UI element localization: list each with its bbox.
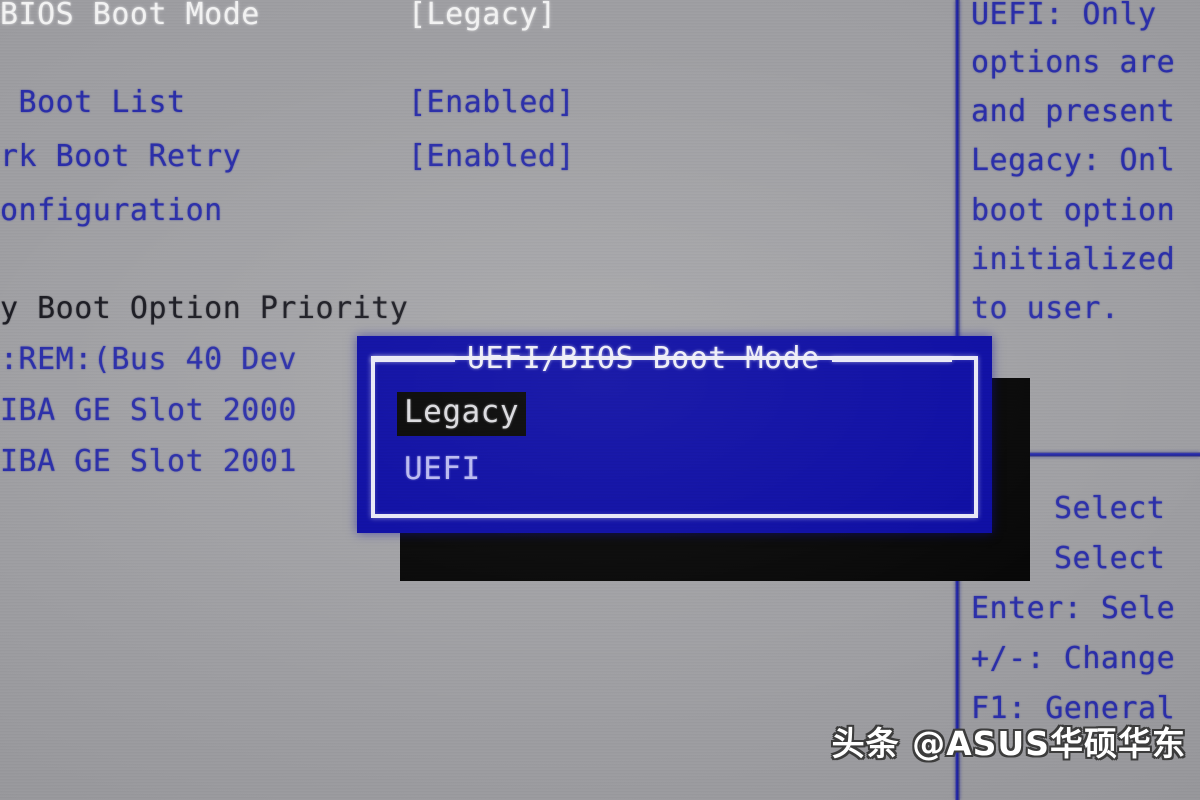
key-legend-item: Select xyxy=(1054,491,1166,526)
setting-value[interactable]: [Enabled] xyxy=(408,88,575,118)
option-legacy[interactable]: Legacy xyxy=(397,392,526,436)
key-legend-item: Select xyxy=(1054,541,1166,576)
setting-label[interactable]: BIOS Boot Mode xyxy=(0,0,260,30)
setting-label[interactable]: onfiguration xyxy=(0,196,223,226)
title-rule-right xyxy=(831,356,952,362)
option-uefi[interactable]: UEFI xyxy=(397,449,488,493)
setting-label[interactable]: IBA GE Slot 2000 xyxy=(0,396,297,426)
dialog-title-bar: UEFI/BIOS Boot Mode xyxy=(371,342,978,376)
watermark: 头条 @ASUS华硕华东 xyxy=(831,724,1186,763)
setting-label[interactable]: y Boot Option Priority xyxy=(0,294,408,324)
setting-value[interactable]: [Enabled] xyxy=(408,142,575,172)
setting-value[interactable]: [Legacy] xyxy=(408,0,557,30)
horizontal-divider xyxy=(1023,452,1200,457)
help-text-line: boot option xyxy=(971,193,1176,228)
help-text-line: initialized xyxy=(971,242,1176,277)
help-text-line: to user. xyxy=(971,291,1120,326)
setting-label[interactable]: IBA GE Slot 2001 xyxy=(0,447,297,477)
boot-mode-dialog: UEFI/BIOS Boot Mode Legacy UEFI xyxy=(357,336,992,533)
help-text-line: UEFI: Only xyxy=(971,0,1157,32)
help-text-line: and present xyxy=(971,94,1176,129)
setting-label[interactable]: rk Boot Retry xyxy=(0,142,241,172)
key-legend-item: Enter: Sele xyxy=(971,591,1176,626)
dialog-title: UEFI/BIOS Boot Mode xyxy=(467,341,820,376)
help-text-line: Legacy: Onl xyxy=(971,143,1176,178)
option-row: UEFI xyxy=(397,449,972,493)
setting-label[interactable]: :REM:(Bus 40 Dev xyxy=(0,345,297,375)
help-text-line: options are xyxy=(971,45,1176,80)
setting-label[interactable]: Boot List xyxy=(0,88,186,118)
option-row: Legacy xyxy=(397,392,972,436)
key-legend-item: +/-: Change xyxy=(971,641,1176,676)
boot-mode-option-list: Legacy UEFI xyxy=(397,392,972,493)
title-rule-left xyxy=(371,356,455,362)
bios-setup-screen: BIOS Boot Mode [Legacy] Boot List [Enabled… xyxy=(0,0,1200,800)
